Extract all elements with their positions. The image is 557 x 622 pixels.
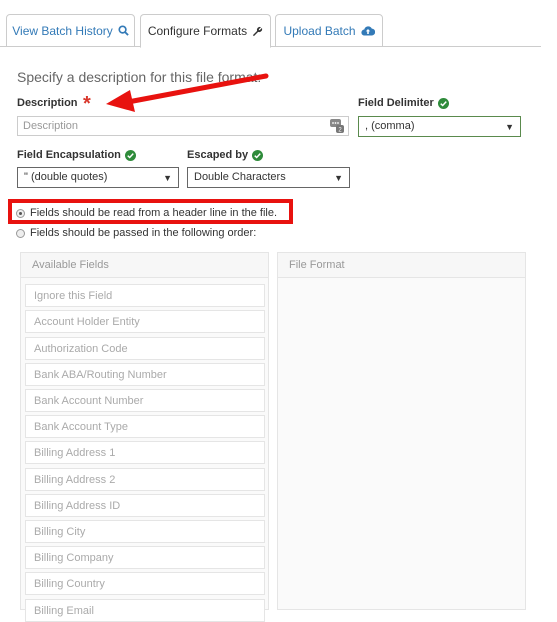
escaped-by-select[interactable]: Double Characters ▼ <box>187 167 350 188</box>
list-item[interactable]: Billing Country <box>25 572 265 595</box>
file-format-header: File Format <box>278 253 525 278</box>
radio-following-order[interactable]: Fields should be passed in the following… <box>16 227 256 239</box>
caret-down-icon: ▼ <box>505 122 514 132</box>
text-expander-icon: 2 <box>330 119 344 138</box>
list-item[interactable]: Bank Account Type <box>25 415 265 438</box>
available-fields-panel: Available Fields Ignore this Field Accou… <box>20 252 269 622</box>
tab-bar: View Batch History Configure Formats Upl… <box>0 14 541 48</box>
cloud-upload-icon <box>360 25 375 36</box>
tab-upload-batch[interactable]: Upload Batch <box>275 14 383 47</box>
list-item[interactable]: Bank ABA/Routing Number <box>25 363 265 386</box>
description-input[interactable] <box>17 116 349 136</box>
available-fields-header: Available Fields <box>21 253 268 278</box>
check-circle-icon <box>124 149 136 161</box>
required-asterisk: * <box>83 93 91 115</box>
field-delimiter-select[interactable]: , (comma) ▼ <box>358 116 521 137</box>
list-item[interactable]: Billing Address 2 <box>25 468 265 491</box>
check-circle-icon <box>252 149 264 161</box>
list-item[interactable]: Billing Email <box>25 599 265 622</box>
list-item[interactable]: Ignore this Field <box>25 284 265 307</box>
tab-label: Configure Formats <box>147 24 248 38</box>
escaped-by-label: Escaped by <box>187 149 264 161</box>
radio-header-line[interactable]: Fields should be read from a header line… <box>16 207 277 219</box>
field-delimiter-label: Field Delimiter <box>358 97 449 109</box>
description-label: Description <box>17 97 78 109</box>
radio-label: Fields should be read from a header line… <box>30 207 278 219</box>
tab-configure-formats[interactable]: Configure Formats <box>140 14 271 48</box>
tab-label: Upload Batch <box>283 23 356 38</box>
file-format-panel[interactable]: File Format <box>277 252 526 610</box>
field-encapsulation-select[interactable]: " (double quotes) ▼ <box>17 167 179 188</box>
radio-button[interactable] <box>16 228 25 238</box>
field-encapsulation-label: Field Encapsulation <box>17 149 136 161</box>
list-item[interactable]: Account Holder Entity <box>25 310 265 333</box>
radio-button[interactable] <box>16 208 25 218</box>
list-item[interactable]: Billing Company <box>25 546 265 569</box>
list-item[interactable]: Authorization Code <box>25 337 265 360</box>
tab-label: View Batch History <box>12 23 113 38</box>
radio-label: Fields should be passed in the following… <box>30 227 257 239</box>
check-circle-icon <box>437 97 449 109</box>
caret-down-icon: ▼ <box>163 173 172 183</box>
annotation-arrow-icon <box>106 73 269 112</box>
list-item[interactable]: Billing City <box>25 520 265 543</box>
tab-view-batch-history[interactable]: View Batch History <box>6 14 135 47</box>
caret-down-icon: ▼ <box>334 173 343 183</box>
search-icon <box>118 25 129 36</box>
list-item[interactable]: Billing Address ID <box>25 494 265 517</box>
list-item[interactable]: Bank Account Number <box>25 389 265 412</box>
list-item[interactable]: Billing Address 1 <box>25 441 265 464</box>
wrench-icon <box>252 26 263 37</box>
